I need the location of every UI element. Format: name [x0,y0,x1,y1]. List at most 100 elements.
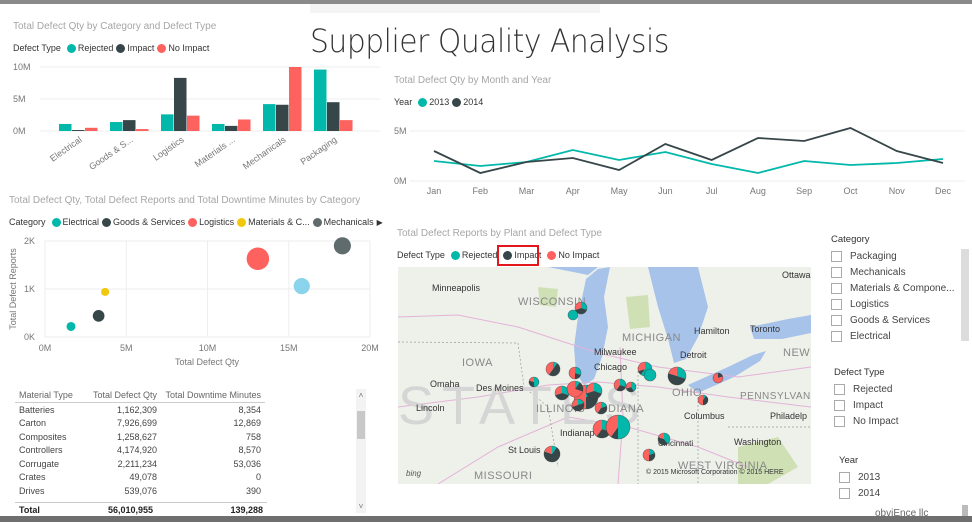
y-tick-label: 0M [394,176,407,186]
material-type-cell: Carton [19,418,47,429]
legend-dot [450,250,460,260]
material-type-cell: Batteries [19,404,55,415]
slicer-item-label: Materials & Compone... [850,282,955,294]
slicer-item[interactable]: Goods & Services [831,312,955,328]
x-tick-label: 0M [39,343,52,353]
checkbox[interactable] [831,314,842,326]
x-tick-label: Apr [566,186,580,196]
table-row[interactable]: Carton 7,926,699 12,869 [15,417,265,431]
slicer-item-label: No Impact [853,415,899,427]
x-tick-label: 5M [120,343,133,353]
material-type-cell: Corrugate [19,458,60,469]
y-tick-label: 2K [24,236,35,246]
total-downtime: 139,288 [230,505,263,515]
footer-scroll-handle [962,505,968,516]
scroll-thumb[interactable] [357,411,365,439]
table-total-row: Total 56,010,955 139,288 [15,502,267,515]
checkbox[interactable] [831,282,842,294]
x-tick-label: 20M [361,343,379,353]
table-row[interactable]: Corrugate 2,211,234 53,036 [15,457,265,471]
checkbox[interactable] [831,298,842,310]
table-row[interactable]: Drives 539,076 390 [15,484,265,498]
plant-pie-slice [698,395,703,405]
x-tick-label: 15M [280,343,298,353]
table-row[interactable]: Composites 1,258,627 758 [15,430,265,444]
slicer-item[interactable]: Impact [834,397,899,413]
slicer-item-label: Mechanicals [850,266,906,278]
table-row[interactable]: Controllers 4,174,920 8,570 [15,444,265,458]
column-header[interactable]: Total Downtime Minutes [161,389,265,403]
slicer-item[interactable]: Packaging [831,248,955,264]
material-type-cell: Controllers [19,445,63,456]
plant-pie-slice [569,367,575,379]
year-slicer: Year 2013 2014 [839,455,880,501]
checkbox[interactable] [831,266,842,278]
slicer-item[interactable]: Logistics [831,296,955,312]
checkbox[interactable] [831,250,842,262]
downtime-cell: 8,354 [238,404,261,415]
map-title: Total Defect Reports by Plant and Defect… [397,228,602,239]
series-line-2014 [433,127,944,174]
x-tick-label: Mar [519,186,535,196]
slicer-item[interactable]: Electrical [831,328,955,344]
scatter-point [101,287,110,296]
x-tick-label: Oct [843,186,858,196]
defect-qty-cell: 7,926,699 [116,418,157,429]
table-scrollbar[interactable]: ˄ ˅ [356,389,366,513]
plant-pie-slice [534,377,539,387]
legend-item-rejected[interactable]: Rejected [450,250,497,260]
category-slicer-scrollbar[interactable] [961,249,969,341]
plant-pie-slice [643,449,649,461]
x-tick-label: Feb [473,186,489,196]
scatter-point [66,321,76,331]
y-axis-title: Total Defect Reports [8,248,18,330]
legend-item-no-impact[interactable]: No Impact [547,250,599,260]
downtime-cell: 758 [245,431,261,442]
x-tick-label: Jul [706,186,718,196]
scatter-point [293,278,310,295]
slicer-header: Category [831,234,870,245]
scatter-point [92,310,105,322]
category-slicer: Category Packaging Mechanicals Materials &… [831,234,955,344]
slicer-item-label: Electrical [850,330,891,342]
checkbox[interactable] [834,383,845,395]
checkbox[interactable] [834,399,845,411]
slicer-item[interactable]: Materials & Compone... [831,280,955,296]
slicer-item-label: Packaging [850,250,897,262]
slicer-item-label: 2013 [858,471,881,483]
x-tick-label: Dec [935,186,952,196]
scroll-down-icon[interactable]: ˅ [356,502,366,511]
downtime-cell: 0 [255,472,261,483]
series-line-2013 [433,149,944,174]
slicer-item[interactable]: Mechanicals [831,264,955,280]
scroll-up-icon[interactable]: ˄ [356,391,366,400]
x-tick-label: May [611,186,629,196]
map[interactable]: STATES Ottawa Minneapolis WISCONSIN MICH… [398,267,811,484]
slicer-header: Defect Type [834,367,885,378]
downtime-cell: 8,570 [238,445,261,456]
defect-qty-cell: 1,162,309 [116,404,157,415]
checkbox[interactable] [834,415,845,427]
slicer-item[interactable]: 2013 [839,469,880,485]
slicer-item[interactable]: Rejected [834,381,899,397]
defect-type-slicer: Defect Type Rejected Impact No Impact [834,367,899,429]
slicer-item[interactable]: No Impact [834,413,899,429]
checkbox[interactable] [831,330,842,342]
x-tick-label: Jan [427,186,442,196]
x-tick-label: Aug [750,186,766,196]
x-tick-label: Sep [796,186,812,196]
highlight-box [497,245,539,266]
table-row[interactable]: Crates 49,078 0 [15,471,265,485]
y-tick-label: 5M [394,126,407,136]
bottom-bar [0,516,972,522]
material-type-cell: Drives [19,485,45,496]
table-row[interactable]: Batteries 1,162,309 8,354 [15,403,265,417]
x-axis-title: Total Defect Qty [175,357,240,367]
checkbox[interactable] [839,487,850,499]
column-header[interactable]: Material Type [15,389,85,403]
column-header[interactable]: Total Defect Qty [85,389,161,403]
slicer-item[interactable]: 2014 [839,485,880,501]
map-pie-layer [528,301,724,463]
table-header-row: Material Type Total Defect Qty Total Dow… [15,389,265,403]
checkbox[interactable] [839,471,850,483]
